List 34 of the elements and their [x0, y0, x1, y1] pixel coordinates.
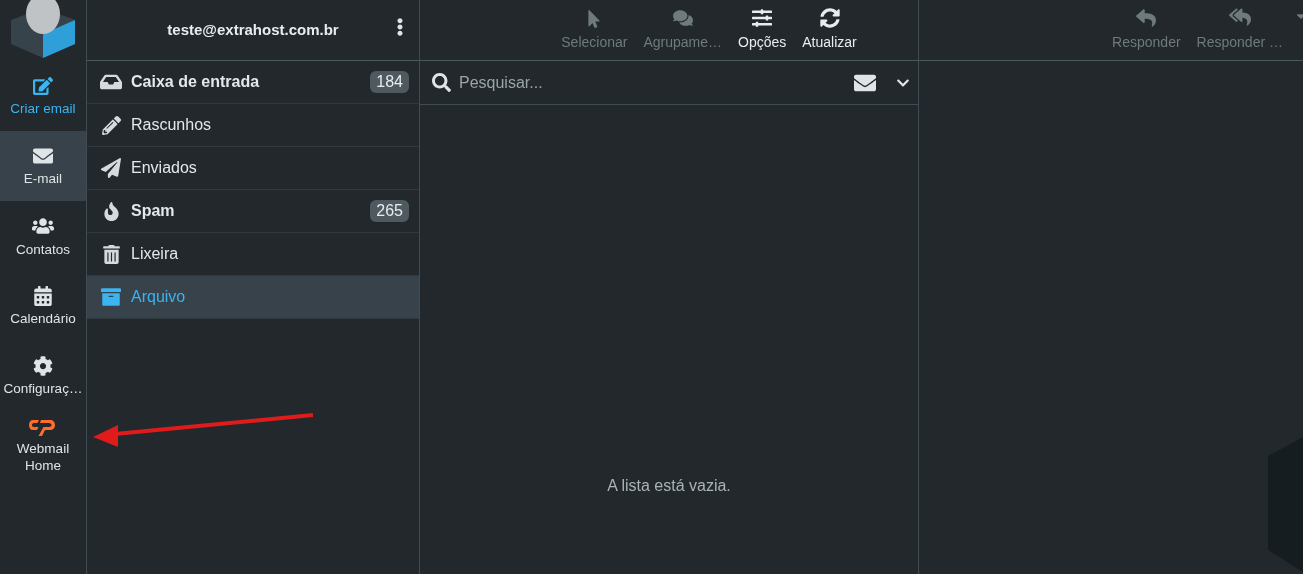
reply-all-icon — [1228, 6, 1251, 28]
archive-icon — [101, 287, 121, 307]
folder-item[interactable]: Arquivo — [87, 276, 419, 319]
calendar-icon — [33, 285, 53, 306]
nav-item[interactable]: Contatos — [0, 201, 86, 271]
unread-count: 184 — [370, 71, 409, 93]
search-icon — [432, 73, 451, 92]
nav-item[interactable]: Criar email — [0, 61, 86, 131]
nav-item[interactable]: Calendário — [0, 271, 86, 341]
settings-icon — [33, 355, 53, 376]
empty-list-message: A lista está vazia. — [607, 476, 731, 496]
folder-item[interactable]: Enviados — [87, 147, 419, 190]
flame-icon — [101, 201, 121, 221]
sliders-icon — [752, 8, 773, 28]
toolbar-button[interactable]: Atualizar — [796, 0, 863, 60]
compose-icon — [33, 75, 53, 96]
search-field[interactable]: Pesquisar... — [459, 70, 846, 95]
paper-plane-icon — [101, 158, 121, 178]
folder-item[interactable]: Rascunhos — [87, 104, 419, 147]
folder-item[interactable]: Spam 265 — [87, 190, 419, 233]
folder-item[interactable]: Caixa de entrada 184 — [87, 61, 419, 104]
nav-item[interactable]: Configuraç… — [0, 341, 86, 411]
logo-icon — [11, 0, 75, 58]
cp-logo-icon — [29, 418, 57, 436]
account-email: teste@extrahost.com.br — [167, 19, 339, 40]
pencil-icon — [101, 115, 121, 135]
unread-count: 265 — [370, 200, 409, 222]
toolbar-button[interactable]: Opções — [732, 0, 793, 60]
nav-item[interactable]: E-mail — [0, 131, 86, 201]
reply-icon — [1136, 8, 1157, 28]
nav-item[interactable]: Webmail Home — [0, 411, 86, 481]
trash-icon — [101, 244, 121, 264]
refresh-icon — [819, 8, 840, 28]
chat-bubbles-icon — [672, 8, 693, 28]
